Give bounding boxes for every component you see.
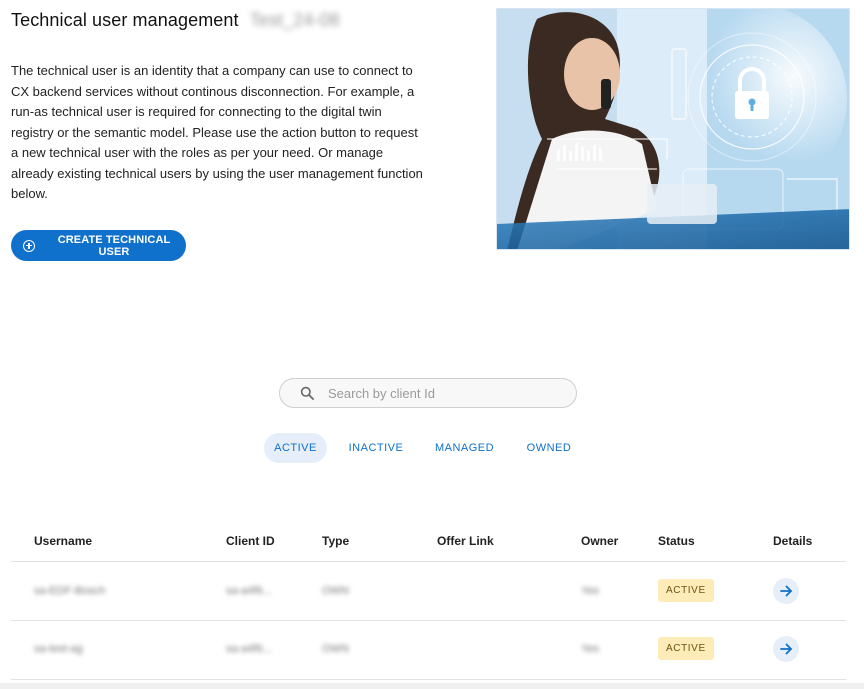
column-header-username[interactable]: Username [34, 534, 92, 548]
page-title-text: Technical user management [11, 10, 239, 30]
cell-client-id: sa-a4f6... [226, 643, 272, 655]
filter-tabs: ACTIVE INACTIVE MANAGED OWNED [0, 433, 864, 463]
arrow-right-icon [780, 585, 792, 597]
company-name: Test_24-08 [249, 10, 340, 30]
cell-username: sa-EDF-Bosch [34, 585, 106, 597]
table-row[interactable]: sa-EDF-Bosch sa-a4f6... OWN Yes ACTIVE [11, 562, 846, 621]
filter-active[interactable]: ACTIVE [264, 433, 327, 463]
details-button[interactable] [773, 636, 799, 662]
cell-type: OWN [322, 643, 349, 655]
table-row[interactable]: sa-test-ag sa-a4f6... OWN Yes ACTIVE [11, 621, 846, 680]
arrow-right-icon [780, 643, 792, 655]
cell-type: OWN [322, 585, 349, 597]
create-technical-user-button[interactable]: CREATE TECHNICAL USER [11, 230, 186, 261]
add-circle-icon [23, 239, 35, 252]
filter-managed[interactable]: MANAGED [428, 433, 501, 463]
column-header-owner[interactable]: Owner [581, 534, 618, 548]
technical-users-table: Username Client ID Type Offer Link Owner… [11, 522, 846, 680]
column-header-status[interactable]: Status [658, 534, 695, 548]
table-header: Username Client ID Type Offer Link Owner… [11, 522, 846, 562]
column-header-type[interactable]: Type [322, 534, 349, 548]
details-button[interactable] [773, 578, 799, 604]
cell-owner: Yes [581, 585, 599, 597]
cell-username: sa-test-ag [34, 643, 83, 655]
search-input[interactable] [328, 385, 558, 401]
filter-inactive[interactable]: INACTIVE [341, 433, 411, 463]
filter-owned[interactable]: OWNED [518, 433, 580, 463]
hero-image [496, 8, 850, 250]
bottom-divider [0, 683, 864, 689]
intro-text: The technical user is an identity that a… [11, 63, 423, 201]
search-bar[interactable] [279, 378, 577, 408]
cell-owner: Yes [581, 643, 599, 655]
page-title: Technical user management Test_24-08 [11, 10, 340, 31]
cell-client-id: sa-a4f6... [226, 585, 272, 597]
column-header-client-id[interactable]: Client ID [226, 534, 275, 548]
column-header-details: Details [773, 534, 813, 548]
hero-illustration [497, 9, 849, 249]
status-badge: ACTIVE [658, 637, 714, 660]
status-badge: ACTIVE [658, 579, 714, 602]
search-icon [300, 386, 314, 400]
column-header-offer-link[interactable]: Offer Link [437, 534, 494, 548]
create-technical-user-label: CREATE TECHNICAL USER [57, 233, 171, 258]
